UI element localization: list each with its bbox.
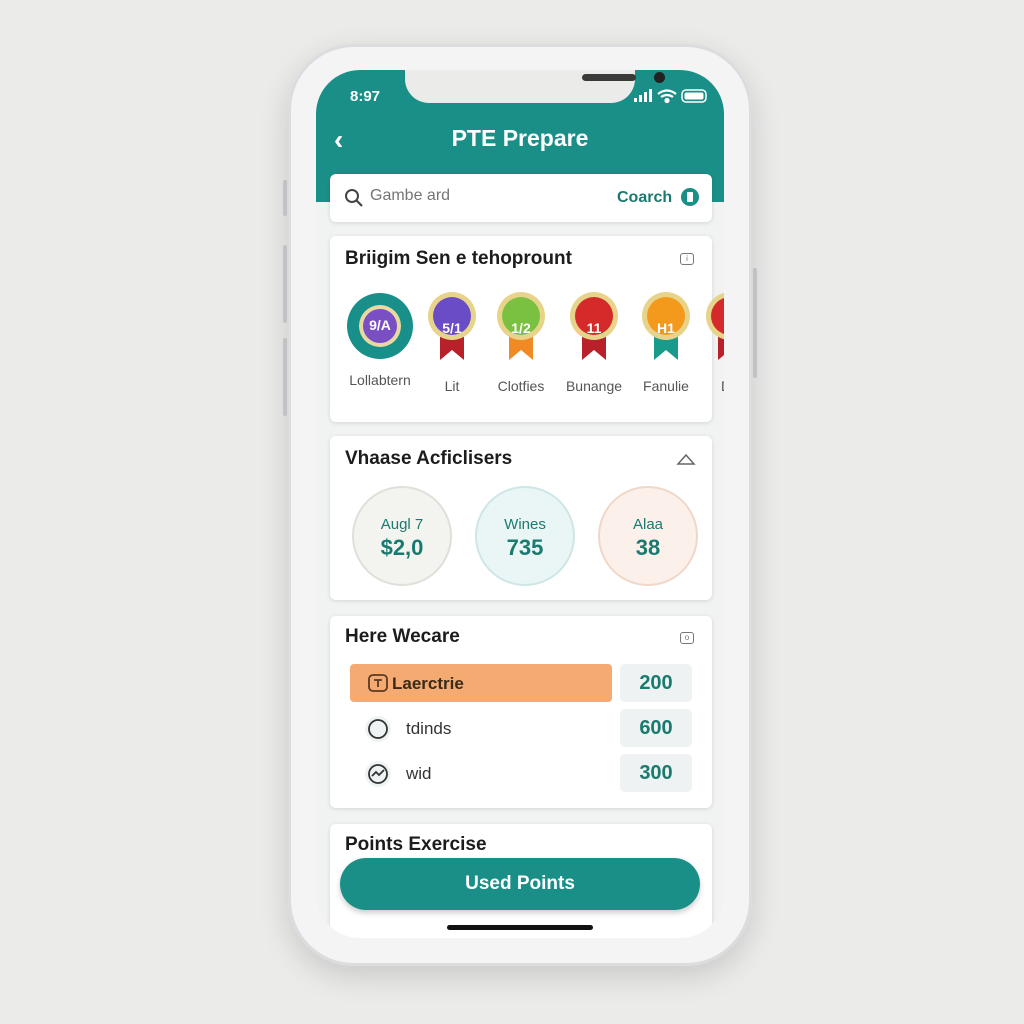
- badge-label: Lollabtern: [349, 372, 411, 388]
- home-indicator[interactable]: [447, 925, 593, 930]
- search-icon: [345, 189, 363, 207]
- status-time: 8:97: [350, 88, 381, 105]
- wifi-icon: [657, 89, 677, 104]
- stat-circle[interactable]: Wines 735: [475, 486, 575, 586]
- info-icon[interactable]: i: [680, 253, 694, 265]
- stats-card: Vhaase Acficlisers Augl 7 $2,0 Wines 735 Ala…: [330, 436, 712, 600]
- row-label: wid: [406, 764, 432, 783]
- badge-text: 9/A: [369, 317, 391, 333]
- signal-icon: [634, 89, 652, 102]
- stat-label: Augl 7: [380, 516, 424, 533]
- points-title: Here Wecare: [345, 626, 460, 647]
- page-title: PTE Prepare: [451, 125, 589, 151]
- status-icons: [634, 89, 707, 104]
- badge-text: 1/2: [511, 320, 531, 336]
- stat-circle[interactable]: Augl 7 $2,0: [352, 486, 452, 586]
- badge-text: H1: [657, 320, 675, 336]
- badge-text: 11: [586, 320, 602, 336]
- row-label: tdinds: [406, 719, 452, 738]
- coach-icon[interactable]: [680, 187, 700, 207]
- row-highlight: [350, 664, 612, 702]
- chart-icon: [365, 761, 391, 787]
- stat-value: $2,0: [380, 535, 424, 560]
- speaker: [582, 74, 636, 81]
- notch: [405, 70, 665, 103]
- box-icon: [368, 674, 388, 692]
- info-icon[interactable]: o: [680, 632, 694, 644]
- stat-value: 38: [635, 535, 661, 560]
- badges-card: Briigim Sen e tehoprount i 9/A Lollabter…: [330, 236, 724, 422]
- badge-label: Clotfies: [497, 378, 545, 394]
- stats-title: Vhaase Acficlisers: [345, 448, 513, 469]
- badge-label: De: [690, 378, 724, 394]
- stat-circle[interactable]: Alaa 38: [598, 486, 698, 586]
- row-value: 300: [620, 754, 692, 792]
- search-input[interactable]: [368, 186, 572, 206]
- row-value: 600: [620, 709, 692, 747]
- battery-icon: [681, 89, 707, 103]
- stat-value: 735: [506, 535, 544, 560]
- badges-title: Briigim Sen e tehoprount: [345, 248, 572, 269]
- chevron-up-icon[interactable]: [676, 452, 696, 466]
- badge-label: Bunange: [565, 378, 623, 394]
- screen: 8:97 ‹ PTE Prepare Coarch Briigim Sen e …: [316, 70, 724, 938]
- stat-label: Alaa: [632, 516, 664, 533]
- points-card: Here Wecare o Laerctrie 200 tdinds 600 wid…: [330, 616, 712, 808]
- badge-ribbon-icon: [706, 292, 724, 360]
- row-value: 200: [620, 664, 692, 702]
- badge-text: 5/1: [442, 320, 462, 336]
- search-bar[interactable]: Coarch: [330, 174, 712, 222]
- stat-label: Wines: [504, 516, 546, 533]
- camera: [654, 72, 665, 83]
- used-points-button[interactable]: Used Points: [340, 858, 700, 910]
- refresh-icon: [365, 716, 391, 742]
- exercise-title: Points Exercise: [345, 834, 487, 855]
- badge-label: Lit: [444, 378, 460, 394]
- coach-link[interactable]: Coarch: [617, 189, 672, 207]
- row-label: Laerctrie: [392, 674, 464, 693]
